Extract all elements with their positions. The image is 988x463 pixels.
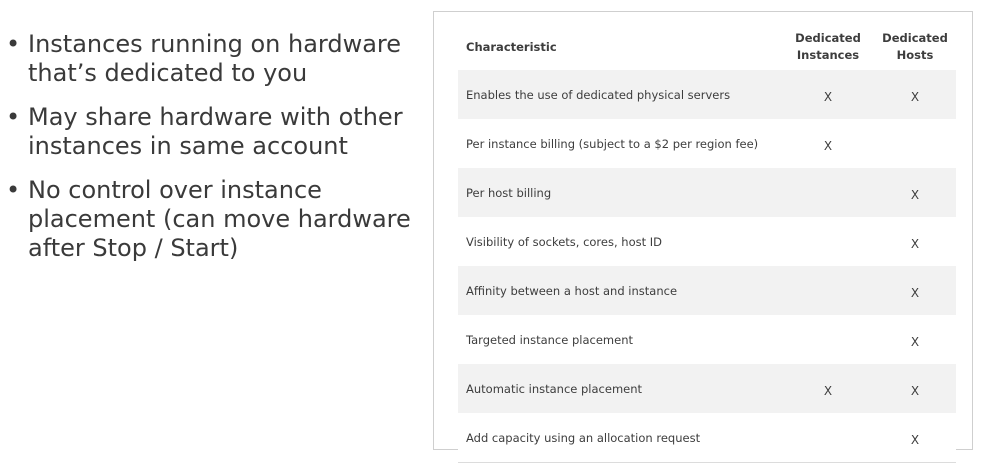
dedicated-instances-mark [782,217,874,266]
dedicated-instances-mark [782,413,874,463]
dedicated-hosts-mark: X [874,364,956,413]
dedicated-instances-mark: X [782,119,874,168]
dedicated-instances-mark: X [782,70,874,119]
row-label: Targeted instance placement [458,315,782,364]
table-row: Add capacity using an allocation request… [458,413,956,463]
dedicated-hosts-mark: X [874,217,956,266]
row-label: Affinity between a host and instance [458,266,782,315]
dedicated-instances-mark [782,168,874,217]
table-row: Per host billing X [458,168,956,217]
dedicated-instances-mark [782,315,874,364]
row-label: Per instance billing (subject to a $2 pe… [458,119,782,168]
table-row: Automatic instance placement X X [458,364,956,413]
table-header-row: Characteristic Dedicated Instances Dedica… [458,24,956,70]
dedicated-hosts-mark [874,119,956,168]
dedicated-instances-mark [782,266,874,315]
header-characteristic: Characteristic [466,40,557,54]
row-label: Enables the use of dedicated physical se… [458,70,782,119]
row-label: Add capacity using an allocation request [458,413,782,463]
header-line: Dedicated [882,31,948,45]
bullet-text: No control over instance placement (can … [28,176,411,262]
header-dedicated-instances: Dedicated Instances [782,24,874,70]
bullet-dot: • [6,176,21,204]
bullet-dot: • [6,103,21,131]
table-row: Affinity between a host and instance X [458,266,956,315]
bullet-text: Instances running on hardware that’s ded… [28,30,402,87]
dedicated-hosts-mark: X [874,70,956,119]
header-dedicated-hosts: Dedicated Hosts [874,24,956,70]
dedicated-hosts-mark: X [874,266,956,315]
table-row: Targeted instance placement X [458,315,956,364]
table-row: Enables the use of dedicated physical se… [458,70,956,119]
bullet-item: • Instances running on hardware that’s de… [6,30,416,88]
row-label: Per host billing [458,168,782,217]
bullet-list: • Instances running on hardware that’s de… [6,30,416,278]
dedicated-hosts-mark: X [874,413,956,463]
bullet-text: May share hardware with other instances … [28,103,403,160]
comparison-table: Characteristic Dedicated Instances Dedica… [458,24,956,463]
row-label: Automatic instance placement [458,364,782,413]
row-label: Visibility of sockets, cores, host ID [458,217,782,266]
header-line: Hosts [896,48,934,62]
bullet-item: • No control over instance placement (can… [6,176,416,263]
header-line: Dedicated [795,31,861,45]
bullet-dot: • [6,30,21,58]
dedicated-hosts-mark: X [874,315,956,364]
header-line: Instances [796,48,860,62]
table-row: Visibility of sockets, cores, host ID X [458,217,956,266]
dedicated-hosts-mark: X [874,168,956,217]
bullet-item: • May share hardware with other instances… [6,103,416,161]
dedicated-instances-mark: X [782,364,874,413]
comparison-table-panel: Characteristic Dedicated Instances Dedica… [433,11,973,463]
table-row: Per instance billing (subject to a $2 pe… [458,119,956,168]
